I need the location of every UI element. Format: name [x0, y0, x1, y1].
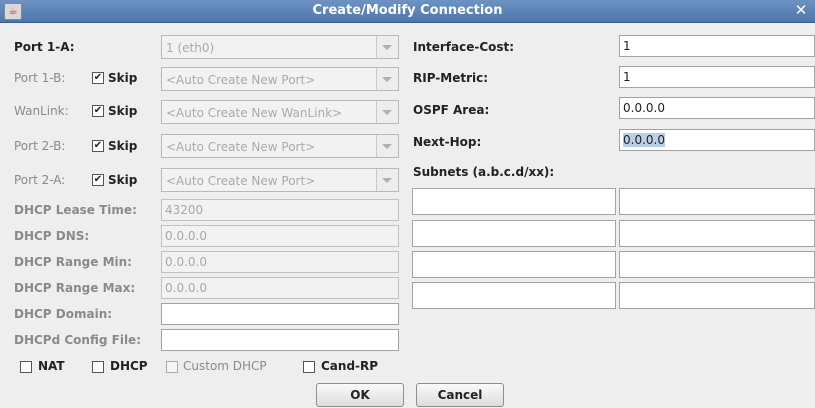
dhcpd-config-file-label: DHCPd Config File:: [14, 333, 141, 347]
dhcp-domain-label: DHCP Domain:: [14, 307, 113, 321]
port2b-skip-checkbox[interactable]: ✔: [92, 140, 104, 152]
dhcp-dns-field[interactable]: 0.0.0.0: [161, 225, 399, 247]
dhcp-lease-time-label: DHCP Lease Time:: [14, 203, 137, 217]
next-hop-value: 0.0.0.0: [623, 133, 665, 147]
subnet-field[interactable]: [619, 220, 815, 247]
cand-rp-label: Cand-RP: [321, 359, 379, 373]
port2a-combo[interactable]: <Auto Create New Port>: [161, 168, 399, 192]
wanlink-combo[interactable]: <Auto Create New WanLink>: [161, 100, 399, 124]
port1a-combo[interactable]: 1 (eth0): [161, 35, 399, 59]
rip-metric-label: RIP-Metric:: [413, 71, 489, 85]
title-bar[interactable]: ☕ Create/Modify Connection ✕: [0, 0, 815, 23]
dhcp-range-max-field[interactable]: 0.0.0.0: [161, 277, 399, 299]
dhcp-domain-field[interactable]: [161, 303, 399, 325]
port1b-skip-checkbox[interactable]: ✔: [92, 72, 104, 84]
subnet-field[interactable]: [412, 220, 616, 247]
port2a-skip-label: Skip: [108, 173, 138, 187]
subnet-field[interactable]: [412, 282, 616, 309]
dhcp-range-min-label: DHCP Range Min:: [14, 255, 132, 269]
chevron-down-icon[interactable]: [376, 101, 398, 123]
custom-dhcp-label: Custom DHCP: [183, 359, 267, 373]
ok-button[interactable]: OK: [316, 383, 404, 407]
cancel-button[interactable]: Cancel: [416, 383, 504, 407]
subnets-label: Subnets (a.b.c.d/xx):: [413, 165, 555, 179]
port2a-value: <Auto Create New Port>: [166, 174, 316, 188]
subnet-field[interactable]: [619, 282, 815, 309]
nat-label: NAT: [38, 359, 65, 373]
port2b-combo[interactable]: <Auto Create New Port>: [161, 134, 399, 158]
dhcpd-config-file-field[interactable]: [161, 329, 399, 351]
port1a-value: 1 (eth0): [166, 41, 215, 55]
dhcp-lease-time-field[interactable]: 43200: [161, 199, 399, 221]
create-modify-connection-dialog: ☕ Create/Modify Connection ✕ Port 1-A: 1…: [0, 0, 815, 408]
port2b-skip-label: Skip: [108, 139, 138, 153]
subnet-field[interactable]: [619, 188, 815, 215]
dhcp-checkbox[interactable]: [92, 361, 104, 373]
custom-dhcp-checkbox[interactable]: [166, 361, 178, 373]
subnet-field[interactable]: [619, 251, 815, 278]
port1b-label: Port 1-B:: [14, 71, 66, 85]
wanlink-skip-checkbox[interactable]: ✔: [92, 105, 104, 117]
wanlink-value: <Auto Create New WanLink>: [166, 106, 343, 120]
dhcp-dns-label: DHCP DNS:: [14, 229, 90, 243]
dhcp-range-max-label: DHCP Range Max:: [14, 281, 136, 295]
subnet-field[interactable]: [412, 251, 616, 278]
window-title: Create/Modify Connection: [312, 3, 503, 18]
port2b-label: Port 2-B:: [14, 139, 66, 153]
port2b-value: <Auto Create New Port>: [166, 140, 316, 154]
interface-cost-label: Interface-Cost:: [413, 40, 515, 54]
chevron-down-icon[interactable]: [376, 68, 398, 90]
interface-cost-field[interactable]: 1: [619, 35, 815, 57]
wanlink-skip-label: Skip: [108, 104, 138, 118]
chevron-down-icon[interactable]: [376, 169, 398, 191]
chevron-down-icon[interactable]: [376, 135, 398, 157]
nat-checkbox[interactable]: [20, 361, 32, 373]
wanlink-label: WanLink:: [14, 104, 69, 118]
next-hop-field[interactable]: 0.0.0.0: [619, 129, 815, 151]
rip-metric-field[interactable]: 1: [619, 66, 815, 88]
dhcp-label: DHCP: [110, 359, 148, 373]
cand-rp-checkbox[interactable]: [303, 361, 315, 373]
port2a-skip-checkbox[interactable]: ✔: [92, 174, 104, 186]
port1a-label: Port 1-A:: [14, 40, 75, 54]
close-button[interactable]: ✕: [793, 2, 809, 19]
ospf-area-field[interactable]: 0.0.0.0: [619, 97, 815, 119]
chevron-down-icon[interactable]: [376, 36, 398, 58]
subnet-field[interactable]: [412, 188, 616, 215]
next-hop-label: Next-Hop:: [413, 135, 482, 149]
port2a-label: Port 2-A:: [14, 173, 66, 187]
port1b-combo[interactable]: <Auto Create New Port>: [161, 67, 399, 91]
ospf-area-label: OSPF Area:: [413, 103, 490, 117]
port1b-skip-label: Skip: [108, 71, 138, 85]
port1b-value: <Auto Create New Port>: [166, 73, 316, 87]
dhcp-range-min-field[interactable]: 0.0.0.0: [161, 251, 399, 273]
